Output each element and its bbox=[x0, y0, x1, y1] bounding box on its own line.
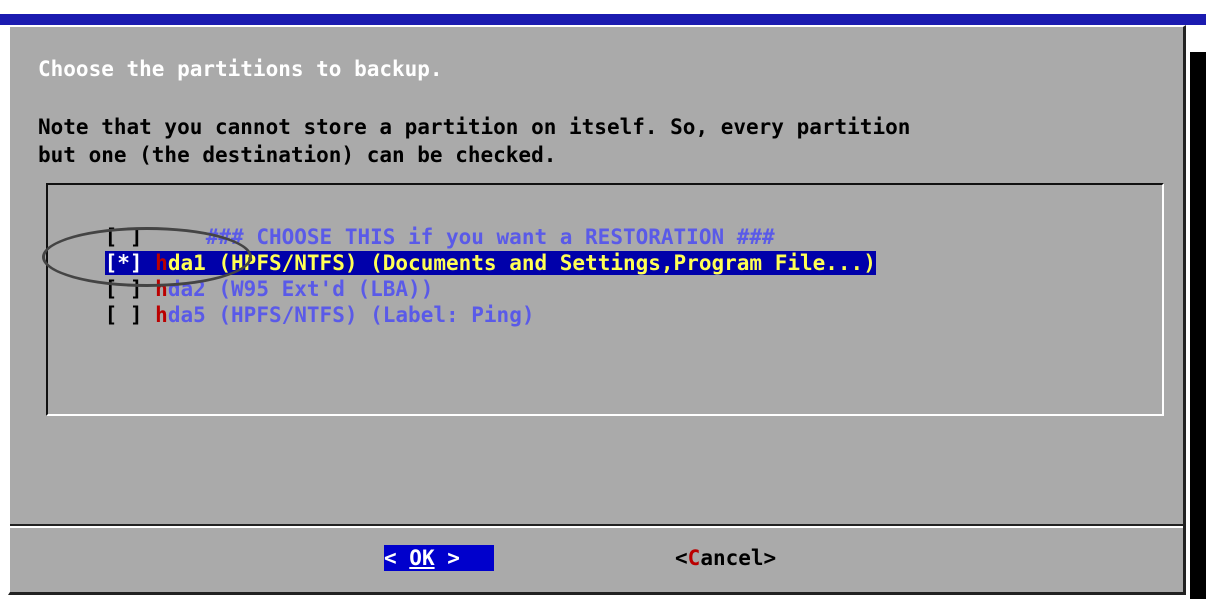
ok-button[interactable]: < OK > bbox=[384, 545, 494, 571]
cancel-label: ancel> bbox=[700, 546, 777, 570]
ok-bracket-left: < bbox=[384, 546, 410, 570]
button-separator-highlight bbox=[10, 526, 1183, 528]
cancel-button[interactable]: <Cancel> bbox=[675, 545, 776, 571]
partition-dialog: Choose the partitions to backup. Note th… bbox=[8, 25, 1186, 595]
dialog-shadow bbox=[1190, 52, 1206, 599]
screen-background-strip bbox=[0, 14, 1206, 25]
list-item-restoration[interactable]: [ ] ### CHOOSE THIS if you want a RESTOR… bbox=[54, 198, 775, 249]
annotation-circle bbox=[42, 227, 252, 287]
checkbox[interactable]: [ ] bbox=[105, 303, 143, 327]
dialog-note-line1: Note that you cannot store a partition o… bbox=[38, 115, 911, 139]
list-item-label: da5 (HPFS/NTFS) (Label: Ping) bbox=[167, 303, 535, 327]
dialog-note-line2: but one (the destination) can be checked… bbox=[38, 143, 557, 167]
dialog-prompt: Choose the partitions to backup. bbox=[38, 57, 443, 81]
cancel-bracket-left: < bbox=[675, 546, 688, 570]
ok-label: OK bbox=[409, 546, 435, 570]
cancel-hotkey: C bbox=[687, 546, 701, 570]
ok-bracket-right: > bbox=[434, 546, 460, 570]
hotkey-letter: h bbox=[155, 303, 168, 327]
